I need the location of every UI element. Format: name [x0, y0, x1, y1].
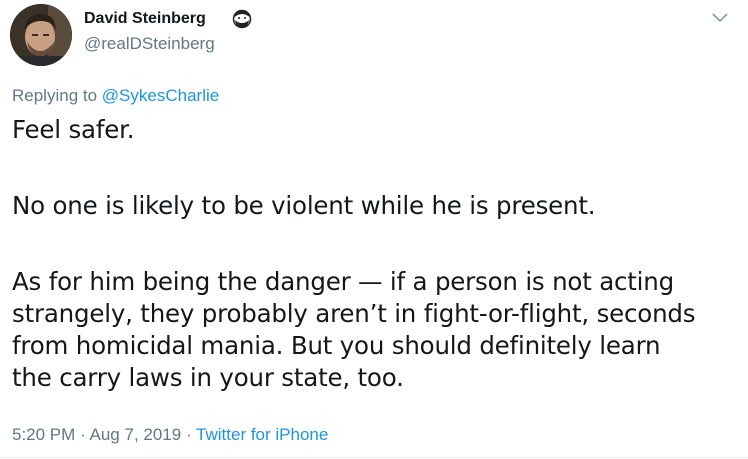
- chevron-down-icon[interactable]: [711, 11, 729, 25]
- tweet-paragraph-2: No one is likely to be violent while he …: [12, 191, 596, 220]
- divider: [0, 457, 748, 458]
- meta-separator: ·: [80, 425, 86, 444]
- tweet-paragraph-3-line-4: the carry laws in your state, too.: [12, 363, 404, 392]
- tweet-meta: 5:20 PM · Aug 7, 2019 · Twitter for iPho…: [12, 425, 328, 445]
- tweet-card: David Steinberg @realDSteinberg Replying…: [0, 0, 748, 459]
- tweet-paragraph-3-line-3: from homicidal mania. But you should def…: [12, 331, 661, 360]
- tweet-date[interactable]: Aug 7, 2019: [90, 425, 182, 444]
- author-handle[interactable]: @realDSteinberg: [84, 34, 215, 54]
- tweet-time[interactable]: 5:20 PM: [12, 425, 75, 444]
- author-display-name[interactable]: David Steinberg: [84, 9, 206, 29]
- tweet-paragraph-3-line-2: strangely, they probably aren’t in fight…: [12, 299, 696, 328]
- replying-to-label: Replying to: [12, 86, 98, 105]
- avatar[interactable]: [10, 4, 72, 66]
- tweet-paragraph-3-line-1: As for him being the danger — if a perso…: [12, 267, 674, 296]
- tweet-paragraph-1: Feel safer.: [12, 115, 135, 144]
- meta-separator: ·: [185, 425, 192, 444]
- tweet-text: Feel safer. No one is likely to be viole…: [12, 114, 742, 394]
- reply-mention-link[interactable]: @SykesCharlie: [102, 86, 219, 105]
- replying-to-line: Replying to @SykesCharlie: [12, 86, 219, 106]
- bearded-face-emoji-icon: [232, 9, 252, 29]
- tweet-source-link[interactable]: Twitter for iPhone: [196, 425, 328, 444]
- avatar-photo: [10, 4, 72, 66]
